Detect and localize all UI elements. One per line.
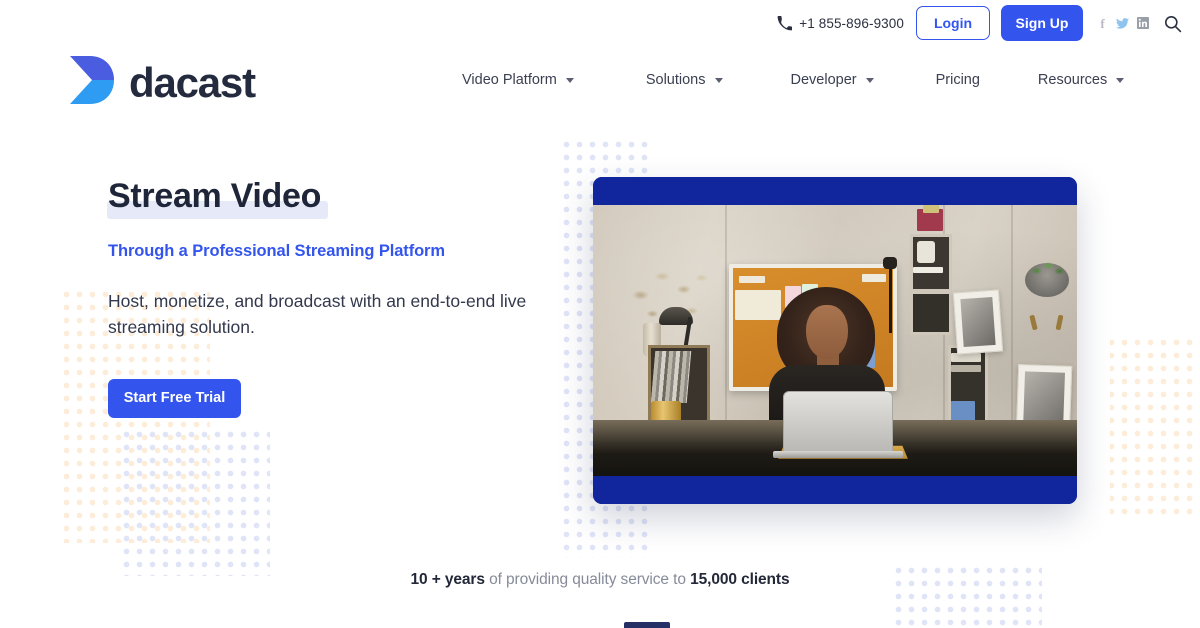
stats-clients: 15,000 clients: [690, 571, 790, 588]
hero-subtitle: Through a Professional Streaming Platfor…: [108, 241, 445, 260]
signup-button[interactable]: Sign Up: [1001, 5, 1083, 41]
hero-copy: Stream Video Through a Professional Stre…: [107, 176, 578, 418]
stats-middle: of providing quality service to: [484, 571, 691, 588]
hero-description: Host, monetize, and broadcast with an en…: [108, 290, 527, 338]
nav-label: Video Platform: [462, 72, 557, 88]
login-button[interactable]: Login: [916, 6, 990, 40]
stats-years: 10 + years: [410, 571, 485, 588]
nav-item-resources[interactable]: Resources: [1037, 68, 1125, 92]
page-title: Stream Video: [108, 177, 322, 215]
search-icon[interactable]: [1163, 14, 1182, 33]
phone-number: +1 855-896-9300: [799, 15, 904, 31]
linkedin-icon[interactable]: [1136, 17, 1149, 30]
social-links: f: [1096, 17, 1149, 30]
nav-label: Pricing: [935, 72, 980, 88]
nav-label: Resources: [1037, 72, 1108, 88]
dot-pattern-left-blue: [120, 428, 270, 576]
stats-line: 10 + years of providing quality service …: [0, 571, 1200, 589]
nav-item-developer[interactable]: Developer: [791, 68, 874, 92]
video-frame-bottom-bar: [593, 476, 1077, 504]
nav-label: Developer: [790, 72, 857, 88]
start-free-trial-button[interactable]: Start Free Trial: [108, 378, 241, 418]
dot-pattern-right-peach: [1092, 336, 1200, 518]
hero-video-card[interactable]: [593, 177, 1077, 504]
page-title-wrap: Stream Video: [107, 176, 328, 219]
main-nav: Video Platform Solutions Developer Prici…: [462, 68, 1125, 92]
logo[interactable]: dacast: [68, 54, 256, 111]
nav-label: Solutions: [645, 72, 706, 88]
nav-item-solutions[interactable]: Solutions: [646, 68, 723, 92]
chevron-down-icon: [1116, 77, 1125, 83]
twitter-icon[interactable]: [1116, 17, 1129, 30]
nav-item-pricing[interactable]: Pricing: [936, 68, 980, 92]
bottom-section-tab: [624, 622, 670, 628]
chevron-down-icon: [714, 77, 723, 83]
chevron-down-icon: [865, 77, 874, 83]
utility-bar: +1 855-896-9300 Login Sign Up f: [0, 0, 1200, 46]
landing-page: +1 855-896-9300 Login Sign Up f dacast V…: [0, 0, 1200, 628]
phone-icon: [777, 15, 793, 31]
facebook-icon[interactable]: f: [1096, 17, 1109, 30]
chevron-down-icon: [565, 77, 574, 83]
phone-link[interactable]: +1 855-896-9300: [777, 15, 904, 31]
hero-photo: [593, 205, 1077, 476]
video-frame-top-bar: [593, 177, 1077, 205]
logo-wordmark: dacast: [129, 58, 256, 106]
dacast-logo-icon: [68, 54, 116, 111]
nav-item-video-platform[interactable]: Video Platform: [462, 68, 574, 92]
